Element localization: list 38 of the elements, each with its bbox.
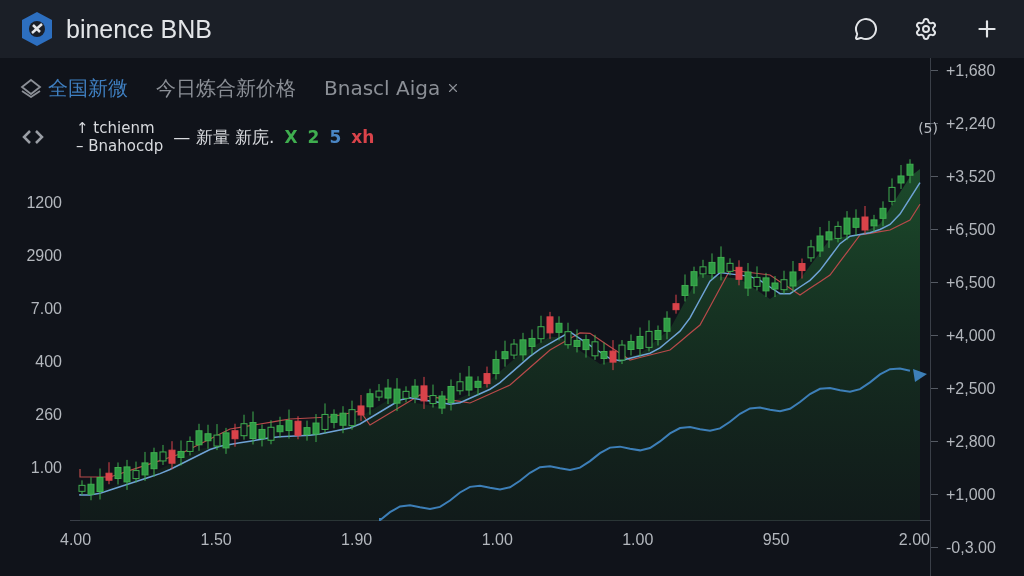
legend-value: 2 xyxy=(307,127,320,147)
axis-label: +1,000 xyxy=(946,485,996,505)
axis-label: +6,500 xyxy=(946,273,996,293)
axis-label: 1.00 xyxy=(622,530,654,550)
axis-label: +6,500 xyxy=(946,220,996,240)
layers-icon xyxy=(20,78,42,98)
legend-label: — 新量 新庑. xyxy=(173,125,275,149)
code-icon xyxy=(22,129,44,145)
tab[interactable]: 今日炼合新价格 xyxy=(156,74,296,102)
axis-label: +2,500 xyxy=(946,379,996,399)
axis-label: 1.90 xyxy=(341,530,373,550)
axis-label: +2,800 xyxy=(946,432,996,452)
legend-value: 5 xyxy=(329,127,342,147)
axis-label: 950 xyxy=(762,530,790,550)
axis-label: +4,000 xyxy=(946,326,996,346)
axis-label: 260 xyxy=(35,405,62,425)
legend-label: – Bnahocdp xyxy=(76,137,164,155)
axis-label: -0,3.00 xyxy=(946,538,996,558)
axis-label: 7.00 xyxy=(30,299,62,319)
tab[interactable]: Bnascl Aiga xyxy=(324,76,461,100)
axis-label: 1200 xyxy=(26,193,62,213)
legend-label: ↑ tchienm xyxy=(76,119,156,137)
axis-label: 2.00 xyxy=(898,530,930,550)
price-marker-label: (5) xyxy=(918,120,938,136)
axis-label: 1.50 xyxy=(200,530,232,550)
axis-label: 4.00 xyxy=(60,530,92,550)
axis-label: 400 xyxy=(35,352,62,372)
tab[interactable]: 全国新微 xyxy=(20,74,128,102)
axis-label: 1.00 xyxy=(481,530,513,550)
hexagon-logo-icon xyxy=(20,11,54,47)
legend-value: xh xyxy=(351,127,375,147)
axis-label: +3,520 xyxy=(946,167,996,187)
axis-label: +1,680 xyxy=(946,61,996,81)
axis-label: 1.00 xyxy=(30,458,62,478)
app-title: binence BNB xyxy=(66,14,213,44)
legend-value: X xyxy=(284,127,298,147)
axis-label: 2900 xyxy=(26,246,62,266)
axis-label: +2,240 xyxy=(946,114,996,134)
